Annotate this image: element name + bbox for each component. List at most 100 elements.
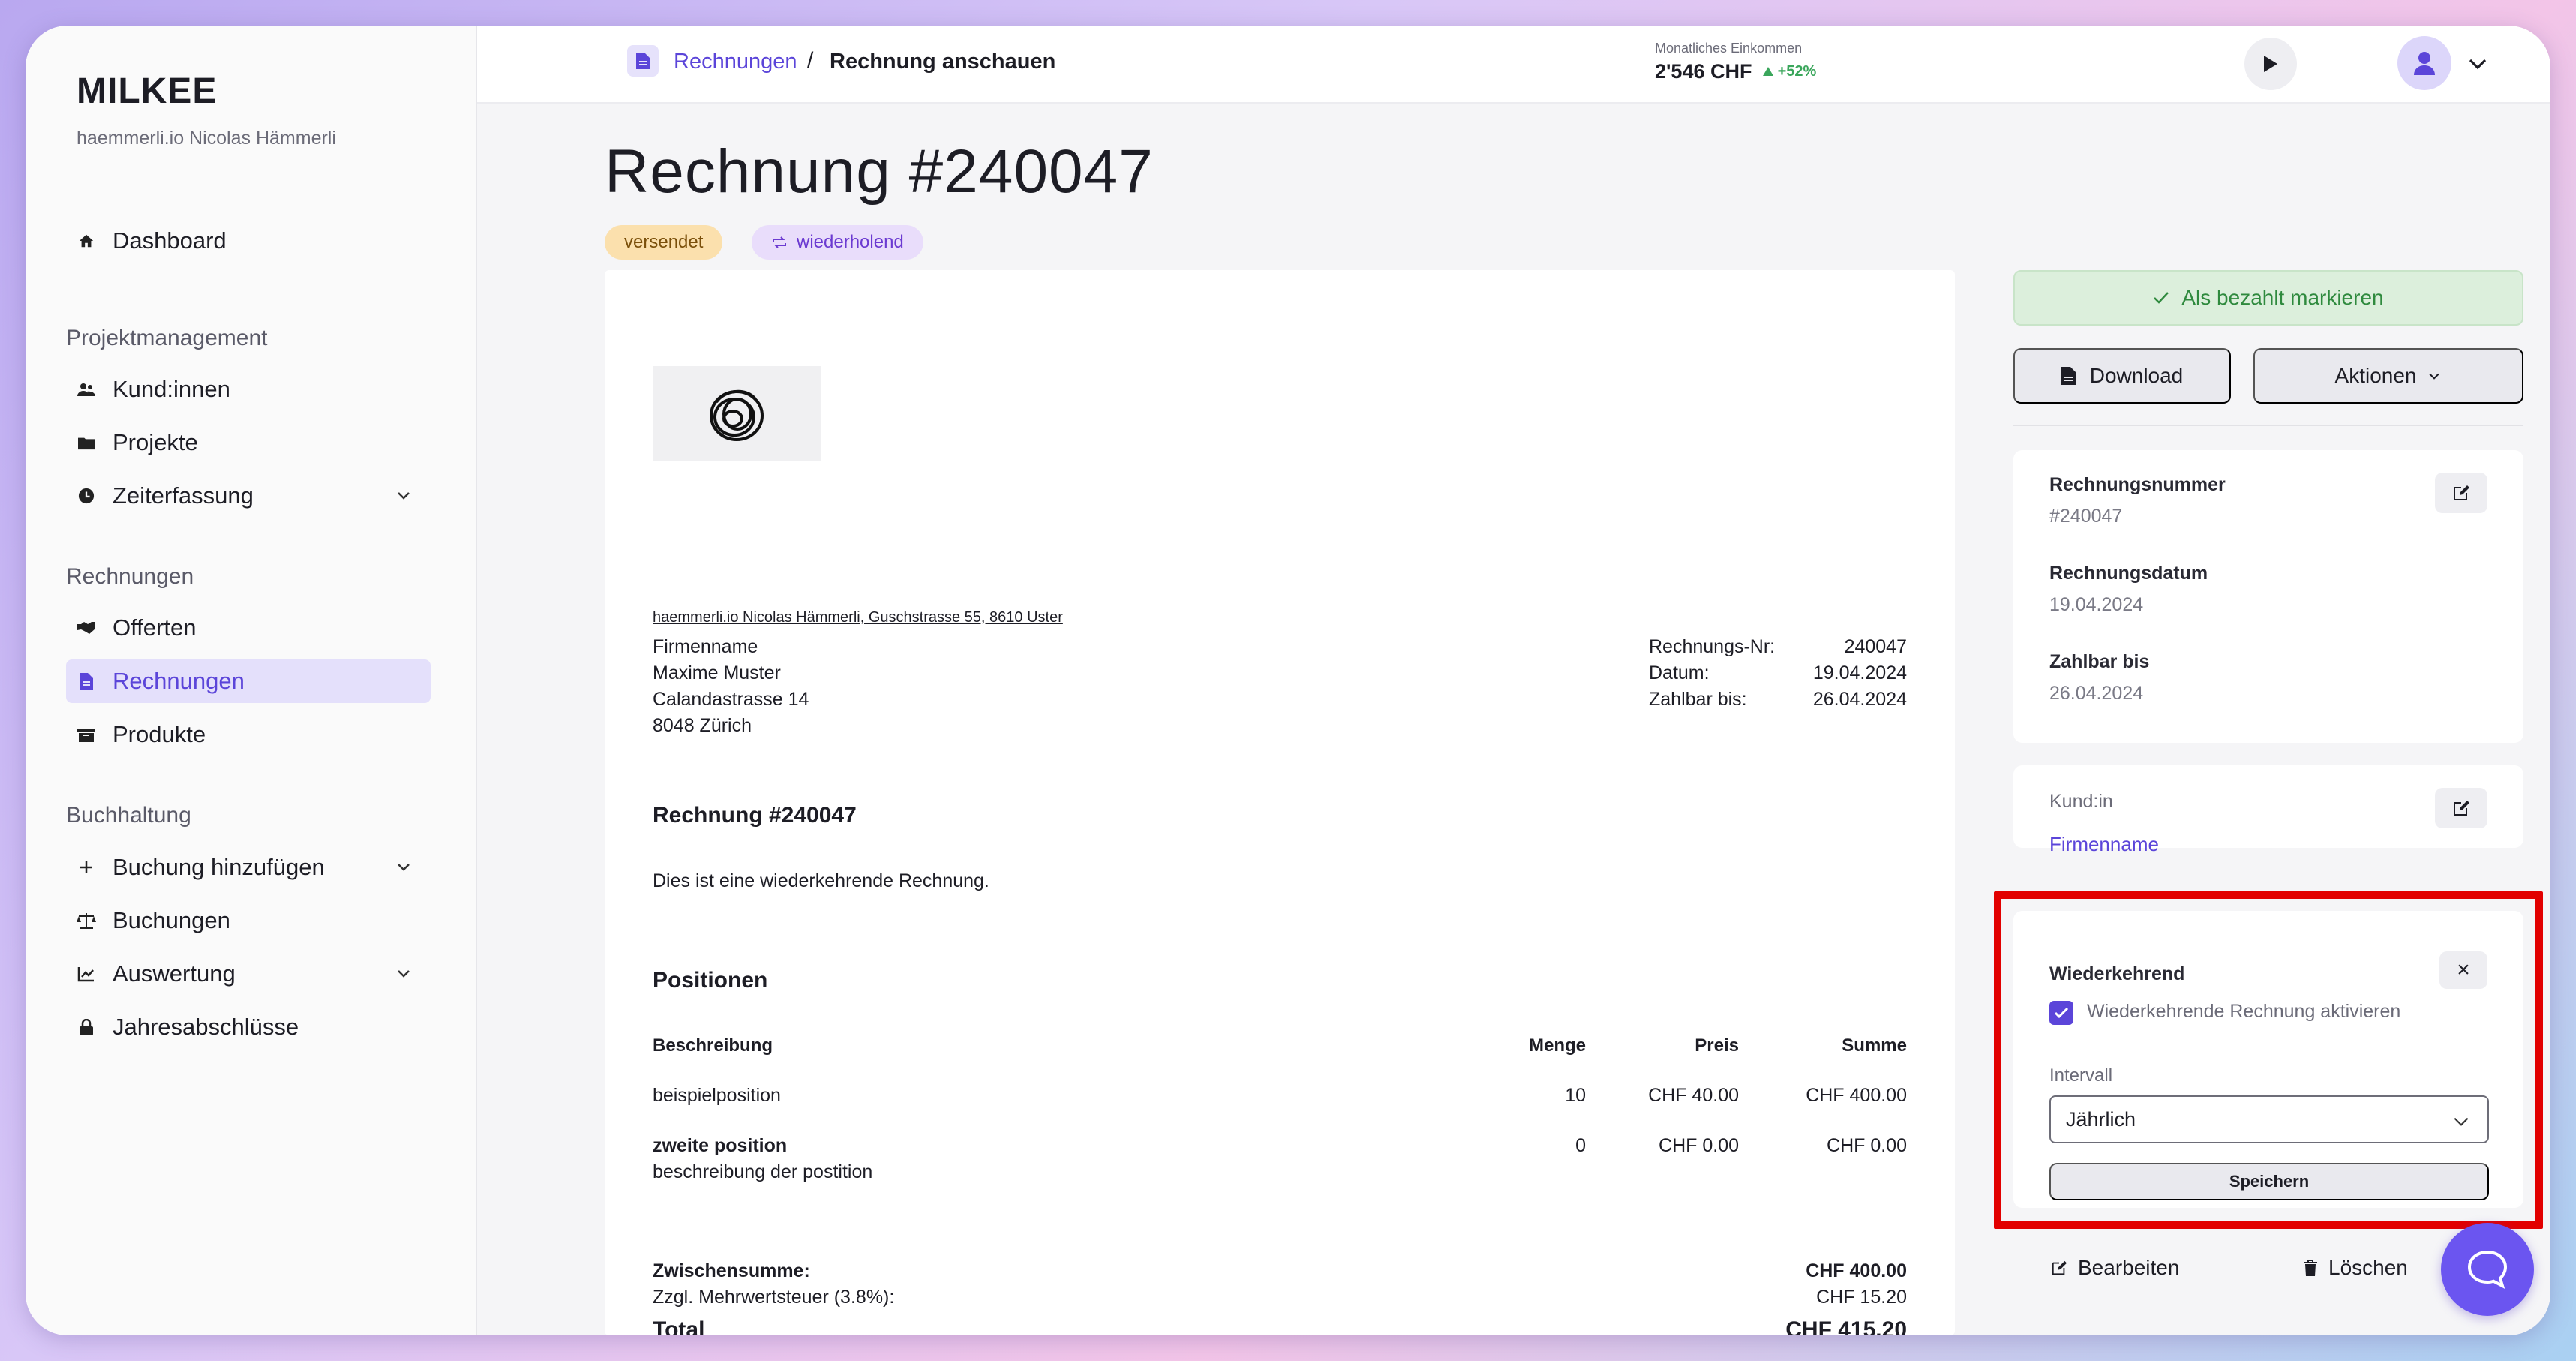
home-icon [77, 231, 96, 251]
page-title: Rechnung #240047 [605, 137, 1154, 206]
play-icon [2264, 56, 2277, 72]
sidebar-item-reports[interactable]: Auswertung [66, 952, 431, 996]
actions-dropdown-button[interactable]: Aktionen [2253, 348, 2523, 404]
section-title-invoices: Rechnungen [66, 564, 194, 589]
invoice-date-label: Rechnungsdatum [2049, 563, 2208, 584]
chevron-down-icon[interactable] [395, 858, 413, 876]
top-bar: Rechnungen / Rechnung anschauen Monatlic… [477, 26, 2550, 104]
recurring-card: Wiederkehrend × Wiederkehrende Rechnung … [2013, 911, 2523, 1208]
logo-swirl-icon [710, 389, 764, 441]
sidebar-item-time-tracking[interactable]: Zeiterfassung [66, 474, 431, 518]
subtotal-value: CHF 400.00 [1806, 1260, 1907, 1281]
delete-invoice-label: Löschen [2328, 1256, 2408, 1279]
monthly-income-label: Monatliches Einkommen [1655, 41, 1803, 56]
meta-value: 240047 [1844, 636, 1907, 657]
status-badge: versendet [605, 225, 723, 260]
save-recurring-button[interactable]: Speichern [2049, 1163, 2489, 1200]
interval-select[interactable]: Jährlich [2049, 1095, 2489, 1143]
sidebar-item-dashboard[interactable]: Dashboard [66, 219, 431, 263]
clock-icon [77, 486, 96, 506]
company-logo [653, 366, 821, 461]
invoice-details-card: Rechnungsnummer #240047 Rechnungsdatum 1… [2013, 450, 2523, 743]
repeat-icon [773, 236, 786, 248]
check-icon [2054, 1007, 2069, 1019]
due-date-label: Zahlbar bis [2049, 651, 2150, 672]
invoice-heading: Rechnung #240047 [653, 803, 857, 828]
sidebar-item-projects[interactable]: Projekte [66, 421, 431, 464]
trash-icon [2304, 1260, 2317, 1276]
chat-bubble-icon [2467, 1250, 2508, 1289]
recipient-line: Calandastrasse 14 [653, 689, 809, 710]
income-trend-badge: +52% [1763, 63, 1816, 80]
edit-details-button[interactable] [2435, 473, 2487, 513]
chevron-down-icon[interactable] [2466, 53, 2489, 75]
invoice-file-icon [627, 45, 659, 77]
invoice-number-value: #240047 [2049, 506, 2123, 527]
recurring-checkbox-label: Wiederkehrende Rechnung aktivieren [2087, 1001, 2401, 1022]
user-avatar[interactable] [2397, 36, 2451, 90]
delete-invoice-button[interactable]: Löschen [2303, 1256, 2408, 1280]
meta-label: Rechnungs-Nr: [1649, 636, 1776, 657]
sidebar-item-label: Dashboard [113, 227, 227, 254]
monthly-income-value: 2'546 CHF [1655, 60, 1752, 83]
app-window: MILKEE haemmerli.io Nicolas Hämmerli Das… [26, 26, 2550, 1335]
client-link[interactable]: Firmenname [2049, 833, 2159, 856]
meta-value: 26.04.2024 [1812, 689, 1907, 710]
breadcrumb-invoices-link[interactable]: Rechnungen [674, 50, 797, 74]
file-icon [77, 671, 96, 691]
table-row-sum: CHF 400.00 [1806, 1085, 1907, 1106]
sidebar-item-clients[interactable]: Kund:innen [66, 368, 431, 411]
total-label: Total [653, 1317, 705, 1335]
sidebar-item-label: Offerten [113, 614, 197, 641]
sidebar-item-products[interactable]: Produkte [66, 713, 431, 756]
column-header-sum: Summe [1842, 1035, 1907, 1056]
vat-value: CHF 15.20 [1816, 1287, 1907, 1308]
brand-logo[interactable]: MILKEE [77, 71, 217, 112]
table-row-price: CHF 0.00 [1659, 1135, 1739, 1156]
table-row-qty: 0 [1575, 1135, 1586, 1156]
scale-icon [77, 911, 96, 930]
edit-client-button[interactable] [2435, 788, 2487, 828]
download-button[interactable]: Download [2013, 348, 2231, 404]
close-recurring-button[interactable]: × [2439, 951, 2487, 989]
help-chat-button[interactable] [2441, 1223, 2534, 1316]
sidebar-item-label: Projekte [113, 429, 198, 455]
box-icon [77, 725, 96, 744]
mark-paid-label: Als bezahlt markieren [2181, 286, 2384, 309]
sidebar-item-label: Produkte [113, 721, 206, 747]
sidebar: MILKEE haemmerli.io Nicolas Hämmerli Das… [26, 26, 477, 1335]
sidebar-item-label: Kund:innen [113, 376, 230, 402]
recurring-checkbox[interactable] [2049, 1001, 2073, 1025]
recipient-line: Maxime Muster [653, 662, 781, 684]
chevron-down-icon[interactable] [395, 486, 413, 504]
sidebar-item-label: Auswertung [113, 960, 236, 987]
sidebar-item-offers[interactable]: Offerten [66, 606, 431, 650]
edit-icon [2454, 485, 2469, 500]
chevron-down-icon [2454, 1117, 2469, 1126]
recurring-title: Wiederkehrend [2049, 963, 2185, 984]
sidebar-item-label: Buchung hinzufügen [113, 854, 325, 880]
sidebar-item-bookings[interactable]: Buchungen [66, 899, 431, 942]
sidebar-item-add-booking[interactable]: Buchung hinzufügen [66, 846, 431, 889]
recipient-line: 8048 Zürich [653, 715, 752, 736]
interval-selected-value: Jährlich [2066, 1107, 2136, 1131]
chevron-down-icon [2429, 373, 2440, 380]
sidebar-item-annual-closings[interactable]: Jahresabschlüsse [66, 1005, 431, 1049]
client-card: Kund:in Firmenname [2013, 765, 2523, 855]
lock-icon [77, 1017, 96, 1037]
users-icon [77, 380, 96, 399]
timer-play-button[interactable] [2244, 38, 2297, 90]
invoice-intro: Dies ist eine wiederkehrende Rechnung. [653, 870, 989, 891]
chevron-down-icon[interactable] [395, 964, 413, 982]
sidebar-item-invoices[interactable]: Rechnungen [66, 659, 431, 703]
handshake-icon [77, 618, 96, 638]
sidebar-item-label: Rechnungen [113, 668, 245, 694]
plus-icon [77, 858, 96, 877]
vat-label: Zzgl. Mehrwertsteuer (3.8%): [653, 1287, 895, 1308]
column-header-description: Beschreibung [653, 1035, 773, 1056]
check-icon [2154, 292, 2169, 304]
section-title-project: Projektmanagement [66, 326, 268, 350]
edit-invoice-button[interactable]: Bearbeiten [2051, 1256, 2179, 1280]
mark-paid-button[interactable]: Als bezahlt markieren [2013, 270, 2523, 326]
table-row-subtitle: beschreibung der postition [653, 1161, 873, 1182]
